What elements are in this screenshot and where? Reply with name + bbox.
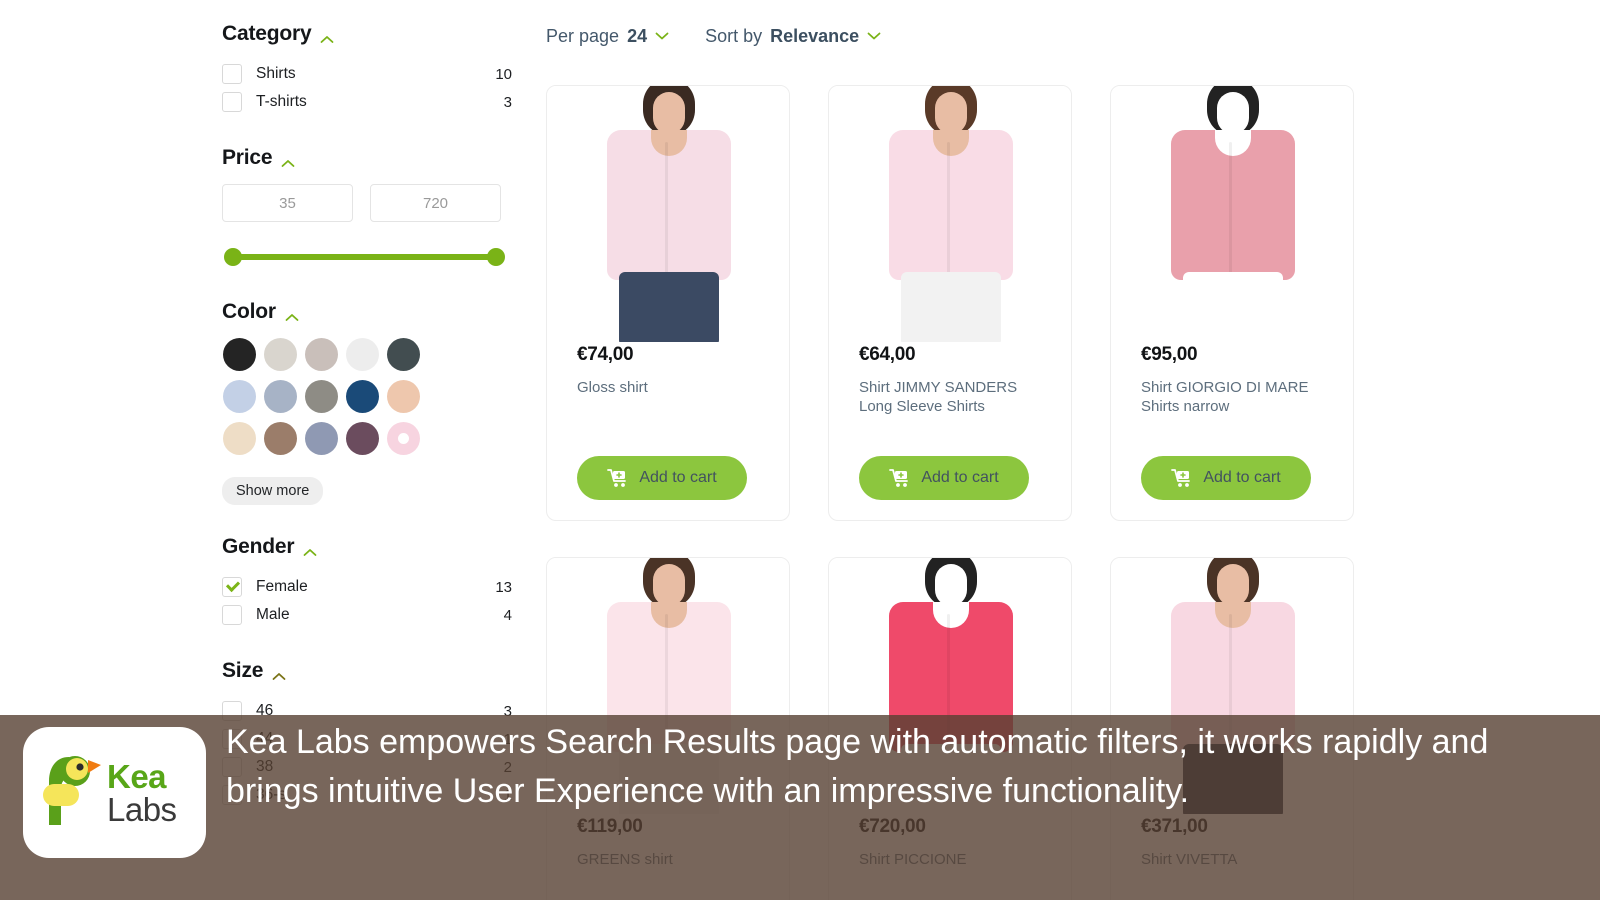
color-swatch-navy[interactable] (346, 380, 379, 413)
per-page-label: Per page (546, 26, 620, 46)
add-to-cart-button[interactable]: Add to cart (577, 456, 747, 500)
add-to-cart-label: Add to cart (921, 469, 999, 486)
logo-wordmark: Kea Labs (107, 760, 177, 826)
filter-option-count: 4 (503, 606, 512, 624)
results-toolbar: Per page 24 Sort by Relevance (546, 26, 881, 47)
color-swatch-blue-grey[interactable] (264, 380, 297, 413)
color-swatch-taupe[interactable] (305, 338, 338, 371)
facet-gender-header[interactable]: Gender (222, 535, 512, 559)
color-swatch-plum[interactable] (346, 422, 379, 455)
slider-track (232, 254, 497, 260)
filter-option-label: Female (256, 578, 308, 595)
color-swatch-light-blue[interactable] (223, 380, 256, 413)
facet-title: Category (222, 22, 312, 45)
slider-handle-min[interactable] (224, 248, 242, 266)
product-price: €95,00 (1141, 344, 1198, 365)
chevron-down-icon[interactable] (867, 24, 881, 40)
chevron-up-icon[interactable] (281, 155, 295, 167)
filter-option-label: Male (256, 606, 290, 623)
filter-option-label: Shirts (256, 65, 296, 82)
product-image[interactable] (829, 86, 1071, 342)
facet-category: Category Shirts 10 T-shirts 3 (222, 22, 512, 116)
search-results-page: Category Shirts 10 T-shirts 3 Price 35 7… (0, 0, 1600, 900)
add-to-cart-label: Add to cart (1203, 469, 1281, 486)
checkbox[interactable] (222, 577, 242, 597)
facet-title: Color (222, 300, 276, 323)
product-price: €64,00 (859, 344, 916, 365)
filter-option-count: 3 (503, 93, 512, 111)
checkbox[interactable] (222, 92, 242, 112)
slider-handle-max[interactable] (487, 248, 505, 266)
add-to-cart-button[interactable]: Add to cart (1141, 456, 1311, 500)
cart-plus-icon (607, 468, 629, 488)
sort-by-value: Relevance (770, 26, 860, 46)
facet-color-header[interactable]: Color (222, 300, 512, 324)
facet-color: Color Show more (222, 300, 512, 505)
price-max-input[interactable] (370, 184, 501, 222)
chevron-up-icon[interactable] (272, 668, 286, 680)
color-swatch-white[interactable] (346, 338, 379, 371)
facet-price-header[interactable]: Price (222, 146, 512, 170)
filter-option-shirts[interactable]: Shirts 10 (222, 60, 512, 88)
color-swatch-peach[interactable] (387, 380, 420, 413)
logo-line-1: Kea (107, 757, 167, 795)
facet-size-header[interactable]: Size (222, 659, 512, 683)
show-more-colors-button[interactable]: Show more (222, 477, 324, 505)
chevron-down-icon[interactable] (655, 24, 669, 40)
facet-title: Gender (222, 535, 295, 558)
promo-overlay-text: Kea Labs empowers Search Results page wi… (226, 723, 1489, 810)
color-swatch-cream[interactable] (223, 422, 256, 455)
product-card[interactable]: €64,00 Shirt JIMMY SANDERS Long Sleeve Sh… (828, 85, 1072, 521)
price-range-slider[interactable] (224, 248, 505, 266)
filter-option-male[interactable]: Male 4 (222, 601, 512, 629)
color-swatch-grid (223, 338, 512, 455)
filter-option-count: 10 (495, 65, 512, 83)
per-page-value: 24 (627, 26, 648, 46)
product-title[interactable]: Shirt GIORGIO DI MARE Shirts narrow (1141, 378, 1335, 416)
color-swatch-brown[interactable] (264, 422, 297, 455)
product-image[interactable] (1111, 86, 1353, 342)
per-page-dropdown[interactable]: Per page 24 (546, 26, 669, 47)
product-title[interactable]: Shirt JIMMY SANDERS Long Sleeve Shirts (859, 378, 1053, 416)
cart-plus-icon (1171, 468, 1193, 488)
parrot-logo-icon (41, 751, 103, 834)
chevron-up-icon[interactable] (303, 544, 317, 556)
color-swatch-pink[interactable] (387, 422, 420, 455)
add-to-cart-label: Add to cart (639, 469, 717, 486)
color-swatch-dark-slate[interactable] (387, 338, 420, 371)
product-card[interactable]: €95,00 Shirt GIORGIO DI MARE Shirts narro… (1110, 85, 1354, 521)
color-swatch-black[interactable] (223, 338, 256, 371)
color-swatch-warm-grey[interactable] (305, 380, 338, 413)
product-image[interactable] (547, 86, 789, 342)
cart-plus-icon (889, 468, 911, 488)
chevron-up-icon[interactable] (285, 309, 299, 321)
product-price: €74,00 (577, 344, 634, 365)
add-to-cart-button[interactable]: Add to cart (859, 456, 1029, 500)
filters-sidebar: Category Shirts 10 T-shirts 3 Price 35 7… (222, 22, 512, 835)
facet-title: Size (222, 659, 264, 682)
filter-option-label: T-shirts (256, 93, 307, 110)
product-card[interactable]: €74,00 Gloss shirt Add to cart (546, 85, 790, 521)
checkbox[interactable] (222, 64, 242, 84)
color-swatch-slate-blue[interactable] (305, 422, 338, 455)
facet-price: Price (222, 146, 512, 266)
color-swatch-light-beige-grey[interactable] (264, 338, 297, 371)
kea-labs-logo: Kea Labs (23, 727, 206, 858)
facet-category-header[interactable]: Category (222, 22, 512, 46)
checkbox[interactable] (222, 605, 242, 625)
price-range-inputs (222, 184, 512, 222)
product-title[interactable]: Gloss shirt (577, 378, 771, 397)
sort-by-label: Sort by (705, 26, 763, 46)
logo-line-2: Labs (107, 790, 177, 828)
facet-gender: Gender Female 13 Male 4 (222, 535, 512, 629)
sort-by-dropdown[interactable]: Sort by Relevance (705, 26, 881, 47)
chevron-up-icon[interactable] (320, 31, 334, 43)
facet-title: Price (222, 146, 273, 169)
price-min-input[interactable] (222, 184, 353, 222)
filter-option-tshirts[interactable]: T-shirts 3 (222, 88, 512, 116)
filter-option-count: 13 (495, 578, 512, 596)
filter-option-female[interactable]: Female 13 (222, 573, 512, 601)
